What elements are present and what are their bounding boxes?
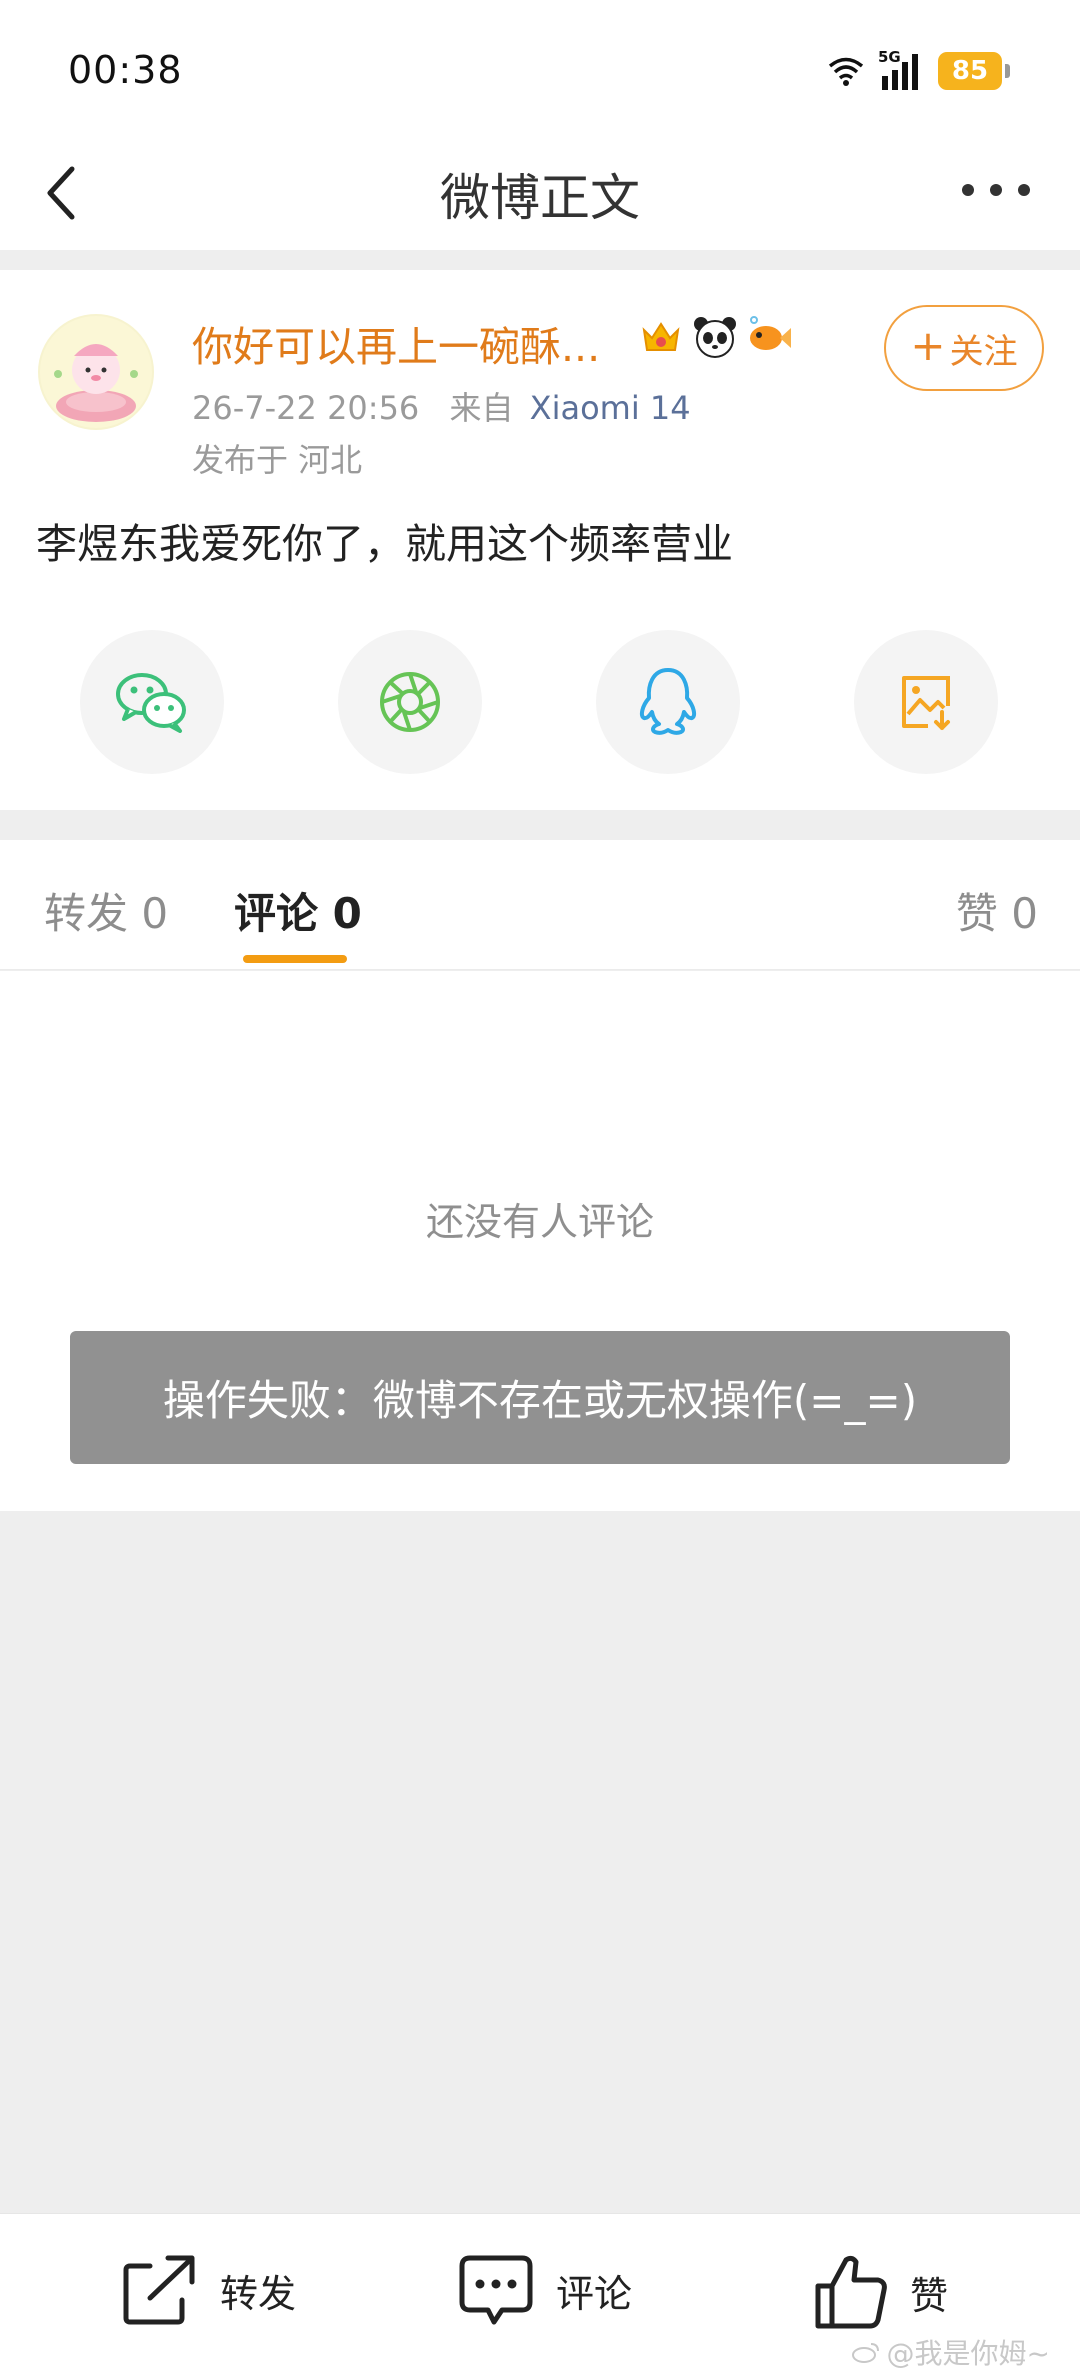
active-tab-indicator	[243, 955, 347, 963]
status-bar: 00:38 5G 85	[0, 0, 1080, 135]
wechat-icon	[116, 673, 186, 733]
save-image-icon	[902, 676, 950, 730]
interaction-tabs: 转发 0 评论 0 赞 0	[0, 840, 1080, 970]
crown-icon	[642, 322, 680, 351]
repost-button[interactable]: 转发	[120, 2252, 296, 2328]
post-card: 你好可以再上一碗酥... 26-7-22 20:56 来自 Xiaomi 14 …	[0, 270, 1080, 810]
follow-label: 关注	[949, 331, 1018, 372]
plus-icon: +	[910, 321, 946, 370]
share-qq-button[interactable]	[596, 630, 740, 774]
repost-label: 转发	[220, 2271, 297, 2316]
post-location: 发布于 河北	[192, 441, 363, 479]
signal-icon: 5G	[878, 48, 924, 92]
source-device[interactable]: Xiaomi 14	[530, 389, 691, 427]
panda-icon	[694, 317, 736, 358]
like-button[interactable]: 赞	[810, 2252, 948, 2332]
like-label: 赞	[910, 2273, 949, 2318]
post-meta: 26-7-22 20:56 来自 Xiaomi 14	[192, 383, 691, 429]
weibo-post-page: 00:38 5G 85 微博正文 你好可以再上一碗酥... 26-7-22 20…	[0, 0, 1080, 2374]
user-badges	[638, 314, 792, 360]
post-timestamp: 26-7-22 20:56	[192, 389, 420, 427]
empty-comments-text: 还没有人评论	[425, 1200, 654, 1244]
share-wechat-button[interactable]	[80, 630, 224, 774]
comment-button[interactable]: 评论	[456, 2252, 632, 2328]
status-icons: 5G 85	[828, 48, 1010, 94]
more-dots-icon[interactable]	[956, 175, 1036, 205]
share-arrow-icon	[123, 2255, 195, 2325]
error-toast: 操作失败：微博不存在或无权操作(=_=)	[70, 1331, 1010, 1464]
follow-button[interactable]: + 关注	[884, 305, 1044, 391]
wifi-icon	[828, 57, 864, 86]
comment-label: 评论	[556, 2271, 633, 2316]
battery-level: 85	[951, 56, 989, 86]
watermark: @我是你姆~	[851, 2332, 1050, 2372]
comment-bubble-icon	[459, 2255, 533, 2325]
save-image-button[interactable]	[854, 630, 998, 774]
tab-repost[interactable]: 转发 0	[44, 880, 168, 941]
goldfish-icon	[750, 316, 791, 350]
post-text: 李煜东我爱死你了，就用这个频率营业	[36, 520, 733, 568]
tab-comment[interactable]: 评论 0	[234, 880, 362, 941]
tab-like[interactable]: 赞 0	[956, 880, 1038, 941]
share-moments-button[interactable]	[338, 630, 482, 774]
source-prefix: 来自	[449, 389, 514, 427]
qq-icon	[639, 668, 697, 735]
page-title: 微博正文	[440, 169, 640, 227]
share-row	[0, 630, 1080, 780]
battery-icon: 85	[938, 52, 1010, 90]
watermark-text: @我是你姆~	[886, 2337, 1050, 2370]
weibo-logo-icon	[851, 2343, 879, 2363]
thumbs-up-icon	[815, 2255, 887, 2329]
comments-panel: 还没有人评论 操作失败：微博不存在或无权操作(=_=)	[0, 971, 1080, 1511]
avatar[interactable]	[38, 314, 154, 430]
moments-icon	[380, 672, 440, 732]
top-nav-bar: 微博正文	[0, 135, 1080, 250]
username[interactable]: 你好可以再上一碗酥...	[192, 313, 600, 373]
status-time: 00:38	[68, 48, 183, 92]
